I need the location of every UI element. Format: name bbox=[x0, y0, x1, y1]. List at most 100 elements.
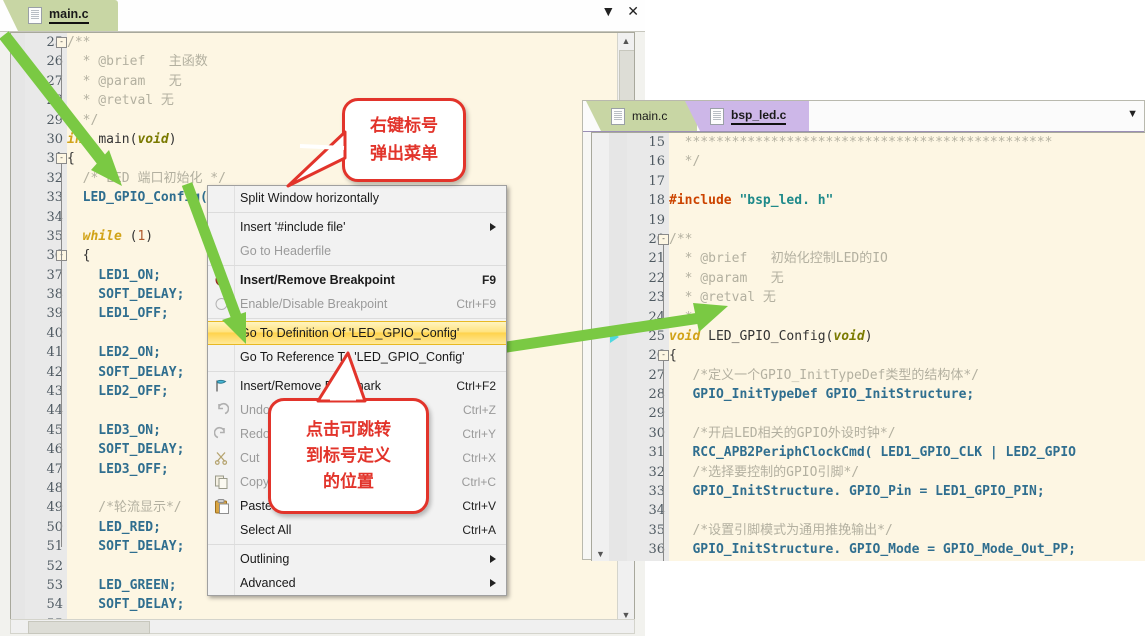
code-line[interactable]: * @brief 主函数 bbox=[67, 52, 618, 71]
code-token: /*选择要控制的GPIO引脚*/ bbox=[669, 465, 859, 480]
code-line[interactable]: * @param 无 bbox=[67, 72, 618, 91]
code-line[interactable]: GPIO_InitTypeDef GPIO_InitStructure; bbox=[669, 385, 1145, 404]
code-token: while bbox=[67, 229, 130, 244]
menu-item-enable-disable-breakpoint[interactable]: Enable/Disable BreakpointCtrl+F9 bbox=[208, 292, 506, 316]
code-line[interactable]: /*定义一个GPIO_InitTypeDef类型的结构体*/ bbox=[669, 366, 1145, 385]
right-tabstrip-overflow-icon[interactable]: ▼ bbox=[1127, 108, 1138, 120]
code-token: /* LED 端口初始化 */ bbox=[67, 171, 226, 186]
code-token: SOFT_DELAY; bbox=[67, 539, 184, 554]
code-line[interactable]: #include "bsp_led. h" bbox=[669, 191, 1145, 210]
code-line[interactable]: void LED_GPIO_Config(void) bbox=[669, 327, 1145, 346]
code-line[interactable] bbox=[669, 560, 1145, 561]
code-line[interactable] bbox=[669, 404, 1145, 423]
fold-toggle-icon[interactable]: - bbox=[56, 153, 67, 164]
code-token: RCC_APB2PeriphClockCmd( LED1_GPIO_CLK | … bbox=[669, 445, 1076, 460]
scroll-down-icon[interactable]: ▼ bbox=[592, 545, 609, 561]
menu-item-go-to-reference-to-led-gpio-config[interactable]: Go To Reference To 'LED_GPIO_Config' bbox=[208, 345, 506, 369]
code-line[interactable]: * @brief 初始化控制LED的IO bbox=[669, 249, 1145, 268]
code-token: { bbox=[669, 348, 677, 363]
tab-bsp-led-c[interactable]: bsp_led.c bbox=[700, 101, 809, 131]
right-tabstrip: main.c bsp_led.c ▼ bbox=[583, 101, 1144, 132]
menu-item-insert-remove-breakpoint[interactable]: Insert/Remove BreakpointF9 bbox=[208, 268, 506, 292]
document-icon bbox=[611, 108, 625, 125]
menu-item-insert-include-file[interactable]: Insert '#include file' bbox=[208, 215, 506, 239]
window-controls: ▼ ✕ bbox=[601, 4, 639, 18]
tab-label: main.c bbox=[632, 109, 667, 123]
code-line[interactable]: * @retval 无 bbox=[669, 288, 1145, 307]
left-horizontal-scrollbar[interactable] bbox=[10, 619, 635, 634]
tab-label: main.c bbox=[49, 7, 89, 24]
code-line[interactable]: GPIO_InitStructure. GPIO_Pin = LED1_GPIO… bbox=[669, 482, 1145, 501]
left-tabstrip: main.c ▼ ✕ bbox=[0, 0, 645, 32]
chevron-down-icon[interactable]: ▼ bbox=[601, 4, 615, 18]
scroll-up-icon[interactable]: ▲ bbox=[618, 33, 634, 49]
menu-item-label: Split Window horizontally bbox=[240, 191, 496, 205]
menu-item-shortcut: Ctrl+C bbox=[462, 475, 496, 489]
code-line[interactable] bbox=[669, 172, 1145, 191]
code-token: * @brief 主函数 bbox=[67, 54, 208, 69]
breakpoint-red-dot-icon bbox=[213, 272, 230, 289]
code-line[interactable]: * @param 无 bbox=[669, 269, 1145, 288]
hscroll-thumb[interactable] bbox=[28, 621, 150, 634]
code-token: LED2_OFF; bbox=[67, 384, 169, 399]
document-icon bbox=[710, 108, 724, 125]
menu-item-label: Enable/Disable Breakpoint bbox=[240, 297, 446, 311]
tab-main-c-right[interactable]: main.c bbox=[601, 101, 697, 131]
right-code-editor[interactable]: ▼ 15161718192021222324252627282930313233… bbox=[591, 132, 1145, 561]
code-line[interactable]: SOFT_DELAY; bbox=[67, 595, 618, 614]
right-vertical-scrollbar[interactable]: ▼ bbox=[592, 133, 610, 561]
menu-item-insert-remove-bookmark[interactable]: Insert/Remove BookmarkCtrl+F2 bbox=[208, 374, 506, 398]
close-icon[interactable]: ✕ bbox=[627, 4, 639, 18]
code-line[interactable]: { bbox=[669, 346, 1145, 365]
right-breakpoint-gutter[interactable] bbox=[609, 133, 627, 561]
code-line[interactable] bbox=[669, 501, 1145, 520]
menu-item-label: Insert '#include file' bbox=[240, 220, 484, 234]
menu-item-go-to-headerfile[interactable]: Go to Headerfile bbox=[208, 239, 506, 263]
code-line[interactable]: ****************************************… bbox=[669, 133, 1145, 152]
code-line[interactable]: /** bbox=[669, 230, 1145, 249]
menu-item-split-window-horizontally[interactable]: Split Window horizontally bbox=[208, 186, 506, 210]
menu-item-advanced[interactable]: Advanced bbox=[208, 571, 506, 595]
paste-clipboard-icon bbox=[213, 498, 230, 515]
code-line[interactable]: */ bbox=[669, 152, 1145, 171]
menu-item-outlining[interactable]: Outlining bbox=[208, 547, 506, 571]
menu-item-go-to-definition-of-led-gpio-config[interactable]: Go To Definition Of 'LED_GPIO_Config' bbox=[208, 321, 506, 345]
line-number: 15 bbox=[627, 133, 669, 152]
code-line[interactable] bbox=[669, 211, 1145, 230]
tab-main-c[interactable]: main.c bbox=[18, 0, 118, 31]
code-line[interactable]: /*开启LED相关的GPIO外设时钟*/ bbox=[669, 424, 1145, 443]
code-token: /*定义一个GPIO_InitTypeDef类型的结构体*/ bbox=[669, 368, 979, 383]
callout-line: 弹出菜单 bbox=[370, 140, 438, 168]
code-line[interactable]: RCC_APB2PeriphClockCmd( LED1_GPIO_CLK | … bbox=[669, 443, 1145, 462]
menu-item-select-all[interactable]: Select AllCtrl+A bbox=[208, 518, 506, 542]
bookmark-triangle-icon[interactable] bbox=[610, 331, 619, 343]
code-token: void bbox=[137, 132, 168, 147]
callout-right-click-symbol: 右键标号 弹出菜单 bbox=[342, 98, 466, 182]
menu-item-shortcut: Ctrl+V bbox=[462, 499, 496, 513]
menu-item-label: Select All bbox=[240, 523, 452, 537]
menu-separator bbox=[208, 371, 506, 372]
code-token: */ bbox=[67, 113, 98, 128]
code-line[interactable]: /** bbox=[67, 33, 618, 52]
callout-line: 的位置 bbox=[323, 469, 374, 495]
context-menu[interactable]: Split Window horizontally Insert '#includ… bbox=[207, 185, 507, 596]
left-breakpoint-gutter[interactable] bbox=[11, 33, 26, 623]
code-token: ) bbox=[145, 229, 153, 244]
menu-item-label: Insert/Remove Bookmark bbox=[240, 379, 446, 393]
code-token: ****************************************… bbox=[669, 135, 1053, 150]
redo-arrow-icon bbox=[213, 426, 230, 443]
menu-item-shortcut: Ctrl+X bbox=[462, 451, 496, 465]
code-line[interactable]: GPIO_InitStructure. GPIO_Mode = GPIO_Mod… bbox=[669, 540, 1145, 559]
code-token: GPIO_InitTypeDef GPIO_InitStructure; bbox=[669, 387, 974, 402]
code-line[interactable]: /*选择要控制的GPIO引脚*/ bbox=[669, 463, 1145, 482]
code-token: GPIO_InitStructure. GPIO_Pin = LED1_GPIO… bbox=[669, 484, 1045, 499]
right-code-text[interactable]: ****************************************… bbox=[669, 133, 1145, 561]
code-line[interactable]: */ bbox=[669, 308, 1145, 327]
code-token: * @retval 无 bbox=[669, 290, 776, 305]
code-line[interactable]: /*设置引脚模式为通用推挽输出*/ bbox=[669, 521, 1145, 540]
code-token: LED3_ON; bbox=[67, 423, 161, 438]
scissors-icon bbox=[213, 450, 230, 467]
fold-toggle-icon[interactable]: - bbox=[658, 350, 669, 361]
code-token: /*开启LED相关的GPIO外设时钟*/ bbox=[669, 426, 896, 441]
code-token: */ bbox=[669, 154, 700, 169]
